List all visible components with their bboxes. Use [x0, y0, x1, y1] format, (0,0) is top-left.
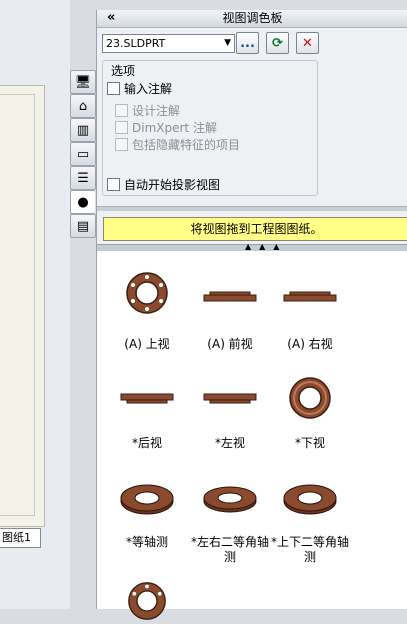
list-icon[interactable]: ☰ — [70, 166, 96, 190]
iso-icon — [203, 486, 257, 513]
document-select-value: 23.SLDPRT — [106, 37, 166, 50]
view-label: *等轴测 — [125, 535, 168, 549]
import-annotations-checkbox[interactable]: 输入注解 — [107, 80, 172, 97]
view-item[interactable]: (A) 右视 — [270, 271, 350, 352]
bar-icon — [203, 393, 257, 404]
view-label: *后视 — [131, 436, 162, 450]
view-item[interactable]: (A) 前视 — [190, 271, 270, 352]
view-label: *下视 — [294, 436, 325, 450]
view-item[interactable]: *下视 — [270, 376, 350, 451]
view-label: (A) 上视 — [124, 337, 170, 351]
dimxpert-annotations-checkbox[interactable]: DimXpert 注解 — [115, 119, 217, 136]
view-label: *左视 — [214, 436, 245, 450]
splitter-grip-icon: ▲▲▲ — [245, 242, 288, 251]
hidden-features-checkbox[interactable]: 包括隐藏特征的项目 — [115, 136, 240, 153]
views-list: (A) 上视 (A) 前视 (A) 右视 *后视 *左视 *下视 *等轴测 *左… — [97, 251, 407, 620]
view-label: (A) 前视 — [207, 337, 253, 351]
clipboard-icon[interactable]: ▤ — [70, 214, 96, 238]
view-item[interactable] — [107, 581, 187, 624]
sheet-border — [0, 94, 35, 516]
view-palette-panel: 视图调色板 « 23.SLDPRT ▼ ... ⟳ ✕ 选项 输入注解 设计注解… — [96, 10, 407, 620]
view-item[interactable]: *等轴测 — [107, 479, 187, 550]
taskpane-tab-strip: 🖥 ⌂ ▥ ▭ ☰ ● ▤ — [70, 70, 96, 240]
chevron-down-icon: ▼ — [224, 38, 231, 48]
clear-button[interactable]: ✕ — [296, 32, 319, 54]
view-item[interactable]: *后视 — [107, 376, 187, 451]
iso-icon — [283, 484, 337, 515]
options-legend: 选项 — [109, 62, 138, 79]
ring-round-icon — [289, 377, 331, 419]
auto-projected-view-checkbox[interactable]: 自动开始投影视图 — [107, 176, 220, 193]
drag-hint-banner: 将视图拖到工程图图纸。 — [103, 217, 407, 241]
view-item[interactable]: *左视 — [190, 376, 270, 451]
bar-icon — [283, 291, 337, 302]
panel-titlebar: 视图调色板 « — [97, 10, 407, 28]
library-icon[interactable]: ▥ — [70, 118, 96, 142]
browse-button[interactable]: ... — [236, 32, 259, 54]
view-item[interactable]: *左右二等角轴测 — [190, 479, 270, 565]
panel-title: 视图调色板 — [222, 11, 283, 25]
refresh-button[interactable]: ⟳ — [266, 32, 289, 54]
view-item[interactable]: *上下二等角轴测 — [270, 479, 350, 565]
iso-icon — [120, 484, 174, 515]
folder-icon[interactable]: ▭ — [70, 142, 96, 166]
view-label: *左右二等角轴测 — [190, 535, 269, 564]
view-label: *上下二等角轴测 — [270, 535, 349, 564]
design-annotations-checkbox[interactable]: 设计注解 — [115, 102, 180, 119]
ring-flat-icon — [126, 272, 168, 314]
view-item[interactable]: (A) 上视 — [107, 271, 187, 352]
sheet-tab[interactable]: 图纸1 — [0, 528, 41, 548]
collapse-button[interactable]: « — [107, 10, 115, 26]
color-wheel-icon[interactable]: ● — [70, 190, 95, 214]
document-select[interactable]: 23.SLDPRT ▼ — [102, 34, 235, 53]
bar-icon — [120, 393, 174, 404]
monitor-icon[interactable]: 🖥 — [70, 70, 96, 94]
bar-icon — [203, 291, 257, 302]
home-icon[interactable]: ⌂ — [70, 94, 96, 118]
view-label: (A) 右视 — [287, 337, 333, 351]
divider — [97, 206, 407, 211]
ring-flat-icon — [128, 582, 166, 620]
